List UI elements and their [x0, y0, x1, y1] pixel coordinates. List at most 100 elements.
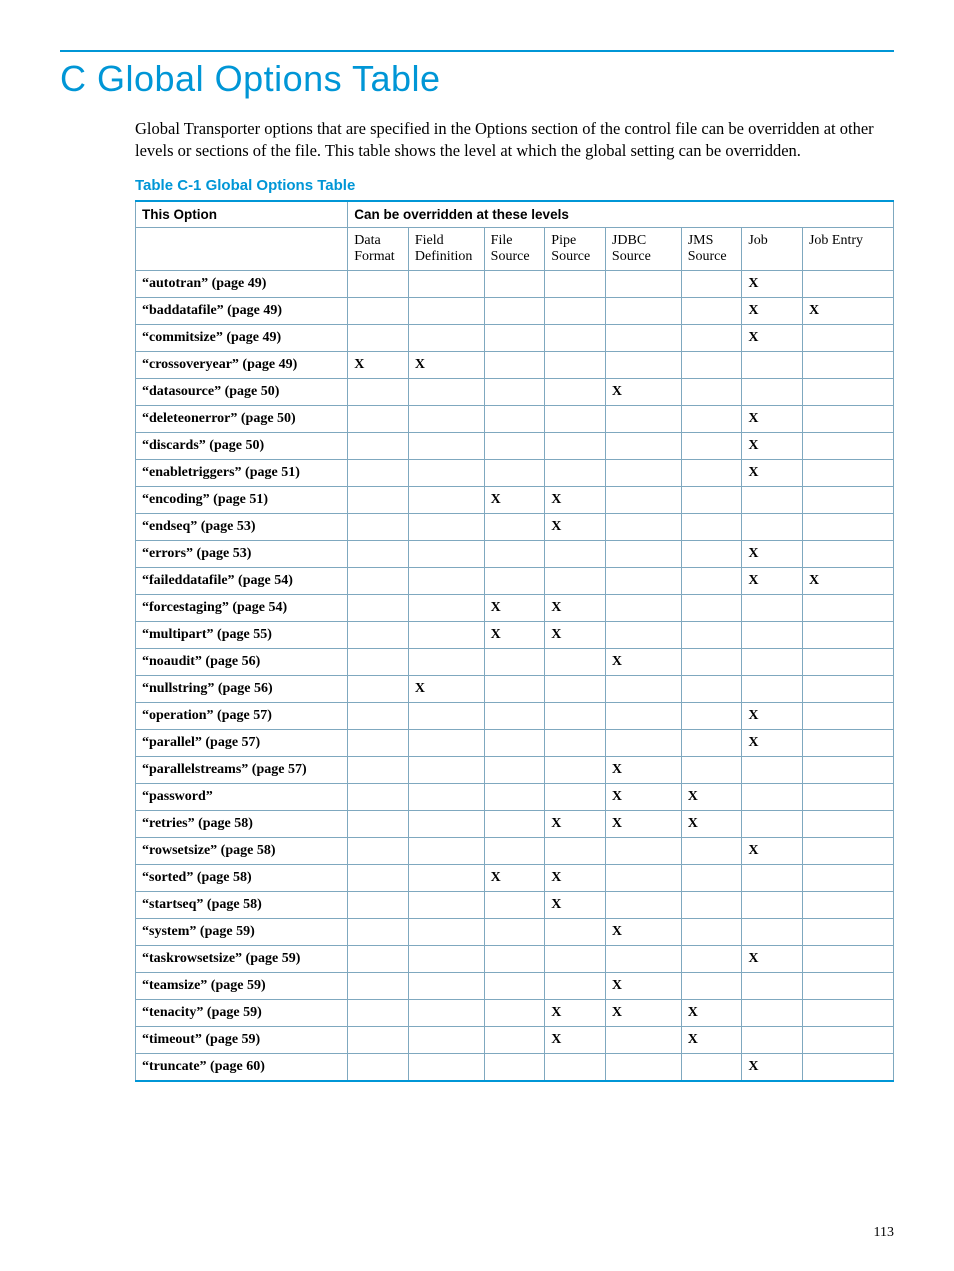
th-col-5: JMS Source	[681, 227, 742, 270]
option-level-cell: X	[605, 810, 681, 837]
option-level-cell: X	[742, 432, 803, 459]
option-level-cell	[605, 351, 681, 378]
table-row: “retries” (page 58)XXX	[136, 810, 894, 837]
option-level-cell	[802, 513, 893, 540]
table-row: “parallelstreams” (page 57)X	[136, 756, 894, 783]
option-level-cell	[348, 783, 409, 810]
th-col-7: Job Entry	[802, 227, 893, 270]
option-level-cell	[802, 594, 893, 621]
option-level-cell	[484, 837, 545, 864]
table-row: “errors” (page 53)X	[136, 540, 894, 567]
table-row: “truncate” (page 60)X	[136, 1053, 894, 1081]
table-row: “nullstring” (page 56)X	[136, 675, 894, 702]
table-row: “forcestaging” (page 54)XX	[136, 594, 894, 621]
option-level-cell: X	[545, 864, 606, 891]
option-name-cell: “truncate” (page 60)	[136, 1053, 348, 1081]
option-level-cell	[484, 432, 545, 459]
option-level-cell	[408, 270, 484, 297]
table-row: “rowsetsize” (page 58) X	[136, 837, 894, 864]
option-level-cell	[802, 810, 893, 837]
option-level-cell	[802, 351, 893, 378]
table-row: “teamsize” (page 59)X	[136, 972, 894, 999]
option-level-cell	[348, 972, 409, 999]
th-col-3: Pipe Source	[545, 227, 606, 270]
option-name-cell: “enabletriggers” (page 51)	[136, 459, 348, 486]
option-level-cell	[605, 297, 681, 324]
option-level-cell	[545, 729, 606, 756]
option-level-cell	[681, 351, 742, 378]
option-level-cell	[348, 594, 409, 621]
option-level-cell	[681, 891, 742, 918]
option-level-cell	[348, 270, 409, 297]
option-name-cell: “parallelstreams” (page 57)	[136, 756, 348, 783]
option-level-cell	[802, 1053, 893, 1081]
option-level-cell	[545, 459, 606, 486]
option-name-cell: “system” (page 59)	[136, 918, 348, 945]
option-level-cell: X	[408, 351, 484, 378]
option-level-cell	[605, 864, 681, 891]
option-name-cell: “operation” (page 57)	[136, 702, 348, 729]
option-level-cell	[348, 999, 409, 1026]
option-level-cell	[605, 459, 681, 486]
option-level-cell	[605, 945, 681, 972]
option-level-cell	[802, 459, 893, 486]
page-number: 113	[874, 1225, 894, 1241]
option-level-cell: X	[545, 810, 606, 837]
option-level-cell: X	[484, 486, 545, 513]
option-level-cell	[802, 972, 893, 999]
option-level-cell	[484, 1053, 545, 1081]
option-level-cell	[408, 702, 484, 729]
option-level-cell	[484, 405, 545, 432]
option-level-cell: X	[348, 351, 409, 378]
option-level-cell: X	[742, 837, 803, 864]
option-level-cell	[408, 918, 484, 945]
option-level-cell	[348, 513, 409, 540]
option-level-cell	[408, 972, 484, 999]
option-level-cell	[408, 378, 484, 405]
option-level-cell	[742, 972, 803, 999]
table-row: “enabletriggers” (page 51)X	[136, 459, 894, 486]
option-level-cell	[681, 621, 742, 648]
option-level-cell	[681, 837, 742, 864]
option-level-cell	[802, 486, 893, 513]
option-name-cell: “rowsetsize” (page 58)	[136, 837, 348, 864]
option-level-cell	[681, 513, 742, 540]
option-level-cell	[681, 459, 742, 486]
option-level-cell	[348, 405, 409, 432]
option-level-cell: X	[484, 864, 545, 891]
option-level-cell	[484, 351, 545, 378]
option-level-cell	[681, 675, 742, 702]
option-level-cell	[484, 459, 545, 486]
option-level-cell	[605, 594, 681, 621]
option-name-cell: “encoding” (page 51)	[136, 486, 348, 513]
option-level-cell: X	[742, 324, 803, 351]
option-level-cell	[484, 729, 545, 756]
table-header-row: This Option Can be overridden at these l…	[136, 201, 894, 228]
option-name-cell: “sorted” (page 58)	[136, 864, 348, 891]
option-level-cell	[545, 648, 606, 675]
option-level-cell	[681, 594, 742, 621]
option-name-cell: “forcestaging” (page 54)	[136, 594, 348, 621]
option-level-cell: X	[605, 783, 681, 810]
option-level-cell	[408, 999, 484, 1026]
option-level-cell: X	[742, 270, 803, 297]
option-level-cell	[681, 378, 742, 405]
option-level-cell	[484, 810, 545, 837]
option-level-cell: X	[681, 1026, 742, 1053]
option-level-cell	[408, 648, 484, 675]
option-level-cell	[484, 378, 545, 405]
option-level-cell: X	[545, 621, 606, 648]
option-level-cell	[545, 297, 606, 324]
option-level-cell	[545, 945, 606, 972]
option-level-cell	[408, 837, 484, 864]
option-level-cell: X	[605, 999, 681, 1026]
option-level-cell	[605, 1053, 681, 1081]
table-row: “autotran” (page 49)X	[136, 270, 894, 297]
option-level-cell	[742, 783, 803, 810]
table-row: “tenacity” (page 59)XXX	[136, 999, 894, 1026]
option-level-cell	[348, 486, 409, 513]
option-level-cell	[605, 1026, 681, 1053]
table-caption: Table C-1 Global Options Table	[135, 177, 894, 194]
option-level-cell: X	[742, 297, 803, 324]
option-level-cell	[802, 540, 893, 567]
